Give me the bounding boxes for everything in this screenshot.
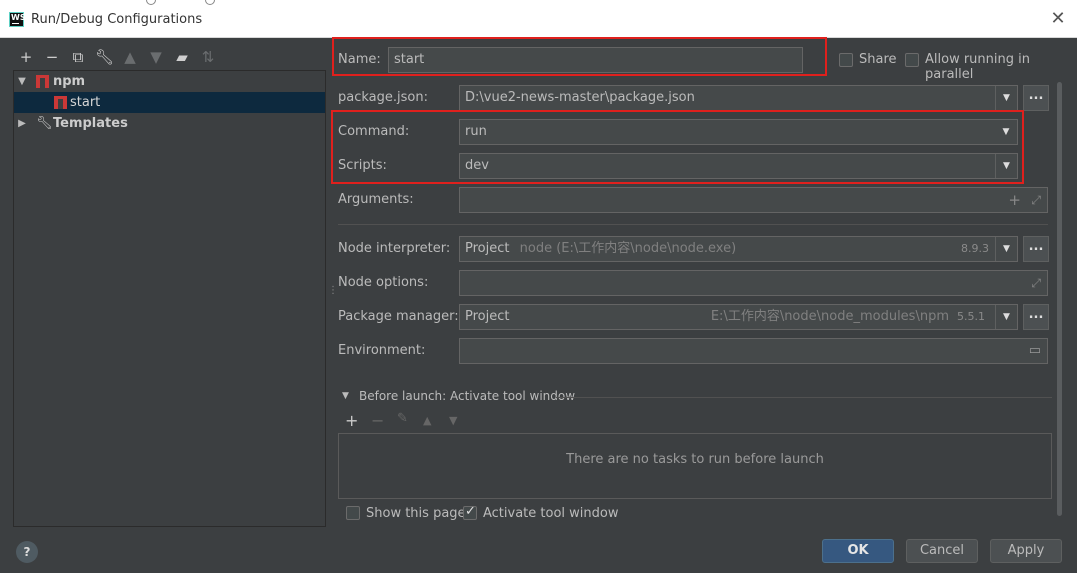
- node-options-input[interactable]: ⤢: [459, 270, 1048, 296]
- package-manager-select[interactable]: Project E:\工作内容\node\node_modules\npm 5.…: [459, 304, 1018, 330]
- title-bar: WS Run/Debug Configurations ✕: [0, 0, 1077, 38]
- scrollbar-thumb[interactable]: [1057, 82, 1062, 516]
- tree-item-label: npm: [53, 74, 86, 89]
- node-interpreter-select[interactable]: Project node (E:\工作内容\node\node.exe) 8.9…: [459, 236, 1018, 262]
- add-icon[interactable]: +: [1008, 188, 1021, 212]
- help-button[interactable]: ?: [16, 541, 38, 563]
- settings-stub-icon: [146, 0, 156, 5]
- scripts-value: dev: [465, 158, 489, 173]
- cancel-button[interactable]: Cancel: [906, 539, 978, 563]
- show-page-checkbox[interactable]: [346, 506, 360, 520]
- package-json-select[interactable]: D:\vue2-news-master\package.json ▼: [459, 85, 1018, 111]
- expand-icon[interactable]: ⤢: [1031, 188, 1041, 212]
- command-label: Command:: [338, 124, 410, 139]
- expanded-arrow-icon[interactable]: ▼: [17, 71, 27, 92]
- npm-icon: [36, 75, 49, 88]
- separator: [556, 397, 1052, 398]
- node-options-label: Node options:: [338, 275, 429, 290]
- add-task-icon[interactable]: +: [345, 411, 358, 430]
- ok-button[interactable]: OK: [822, 539, 894, 563]
- allow-parallel-label: Allow running in parallel: [925, 52, 1030, 82]
- before-launch-title: Before launch: Activate tool window: [359, 389, 576, 403]
- chevron-down-icon[interactable]: ▼: [995, 305, 1017, 329]
- name-label: Name:: [338, 52, 381, 67]
- scripts-label: Scripts:: [338, 158, 387, 173]
- collapse-arrow-icon[interactable]: ▼: [342, 391, 349, 401]
- name-input[interactable]: start: [388, 47, 803, 73]
- name-value: start: [394, 52, 425, 67]
- remove-icon[interactable]: −: [43, 48, 61, 66]
- tree-item-label: start: [70, 95, 101, 110]
- wrench-icon[interactable]: 🔧︎: [95, 48, 114, 66]
- package-manager-label: Package manager:: [338, 309, 459, 324]
- node-interpreter-value: Project: [465, 241, 510, 256]
- node-interpreter-path: node (E:\工作内容\node\node.exe): [519, 241, 737, 256]
- move-task-down-icon[interactable]: ▼: [449, 414, 457, 427]
- package-manager-path: E:\工作内容\node\node_modules\npm: [710, 309, 949, 324]
- share-checkbox[interactable]: [839, 53, 853, 67]
- empty-tasks-text: There are no tasks to run before launch: [566, 452, 824, 467]
- move-down-icon[interactable]: ▼: [147, 48, 165, 66]
- package-manager-value: Project: [465, 309, 510, 324]
- show-page-label: Show this page: [366, 506, 466, 521]
- close-icon[interactable]: ✕: [1047, 8, 1069, 30]
- gear-stub-icon: [205, 0, 215, 5]
- webstorm-logo-icon: WS: [9, 12, 26, 27]
- npm-icon: [54, 96, 67, 109]
- share-label: Share: [859, 52, 897, 67]
- browse-node-interpreter-button[interactable]: ...: [1023, 236, 1049, 262]
- edit-task-icon[interactable]: ✎: [397, 411, 408, 426]
- collapsed-arrow-icon[interactable]: ▶: [17, 113, 27, 134]
- folder-icon[interactable]: ▭: [1029, 339, 1041, 363]
- tree-item-templates[interactable]: ▶ 🔧︎ Templates: [14, 113, 325, 134]
- move-up-icon[interactable]: ▲: [121, 48, 139, 66]
- allow-parallel-checkbox[interactable]: [905, 53, 919, 67]
- arguments-label: Arguments:: [338, 192, 414, 207]
- chevron-down-icon[interactable]: ▼: [995, 237, 1017, 261]
- chevron-down-icon[interactable]: ▼: [995, 120, 1017, 144]
- command-select[interactable]: run ▼: [459, 119, 1018, 145]
- separator: [338, 224, 1048, 225]
- expand-icon[interactable]: ⤢: [1031, 271, 1041, 295]
- npm-version: 5.5.1: [957, 310, 985, 323]
- node-interpreter-label: Node interpreter:: [338, 241, 451, 256]
- environment-label: Environment:: [338, 343, 426, 358]
- move-task-up-icon[interactable]: ▲: [423, 414, 431, 427]
- before-launch-task-list[interactable]: There are no tasks to run before launch: [338, 433, 1052, 499]
- tree-item-npm[interactable]: ▼ npm: [14, 71, 325, 92]
- scripts-select[interactable]: dev ▼: [459, 153, 1018, 179]
- window-title: Run/Debug Configurations: [31, 12, 203, 27]
- copy-icon[interactable]: ⧉: [69, 48, 87, 66]
- new-folder-icon[interactable]: ▰: [173, 48, 191, 66]
- environment-input[interactable]: ▭: [459, 338, 1048, 364]
- node-version: 8.9.3: [961, 242, 989, 255]
- remove-task-icon[interactable]: −: [371, 411, 384, 430]
- tree-item-start[interactable]: start: [14, 92, 325, 113]
- wrench-icon: 🔧︎: [36, 116, 53, 131]
- add-icon[interactable]: +: [17, 48, 35, 66]
- splitter-handle[interactable]: ⋮: [328, 285, 338, 296]
- package-json-value: D:\vue2-news-master\package.json: [465, 90, 695, 105]
- package-json-label: package.json:: [338, 90, 428, 105]
- chevron-down-icon[interactable]: ▼: [995, 154, 1017, 178]
- activate-tool-window-checkbox[interactable]: [463, 504, 477, 520]
- sort-icon[interactable]: ⇅: [199, 48, 217, 66]
- command-value: run: [465, 124, 487, 139]
- browse-package-manager-button[interactable]: ...: [1023, 304, 1049, 330]
- chevron-down-icon[interactable]: ▼: [995, 86, 1017, 110]
- configuration-tree: ▼ npm start ▶ 🔧︎ Templates: [13, 70, 326, 527]
- browse-package-json-button[interactable]: ...: [1023, 85, 1049, 111]
- activate-tool-window-label: Activate tool window: [483, 506, 619, 521]
- arguments-input[interactable]: + ⤢: [459, 187, 1048, 213]
- tree-item-label: Templates: [53, 116, 128, 131]
- apply-button[interactable]: Apply: [990, 539, 1062, 563]
